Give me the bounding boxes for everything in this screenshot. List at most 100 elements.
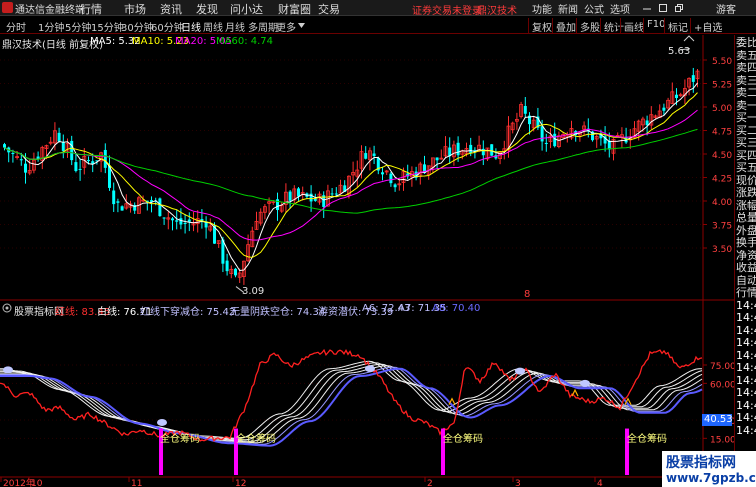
price-tick-label: 4.50 [712, 151, 732, 161]
candle-body [57, 132, 61, 142]
stock-name-notice: 鼎汉技术 [477, 6, 517, 17]
side-panel-item: 买一 [736, 112, 756, 123]
candle-body [116, 201, 120, 203]
menu-function[interactable]: 功能 [532, 1, 552, 16]
candle-body [456, 142, 460, 156]
menu-market[interactable]: 市场 [124, 1, 146, 17]
period-toolbar: 分时 1分钟 5分钟 15分钟 30分钟 60分钟 日线 周线 月线 多周期 更… [0, 17, 756, 34]
app-title: 通达信金融终端 [15, 5, 85, 16]
side-panel-item: 14:4 [736, 387, 756, 398]
date-tick-label: 3 [515, 479, 521, 487]
event-marker: 8 [524, 289, 531, 300]
candle-body [24, 163, 27, 173]
tab-period-1min[interactable]: 1分钟 [38, 19, 64, 34]
login-notice[interactable]: 证券交易未登录 [412, 2, 482, 17]
minimize-icon[interactable] [642, 3, 652, 13]
side-panel-item: 14:4 [736, 412, 756, 423]
menu-news[interactable]: 资讯 [160, 1, 182, 17]
date-tick-label: 4 [597, 479, 603, 487]
candle-body [523, 105, 527, 114]
side-panel-item: 买二 [736, 124, 756, 136]
menu-trade[interactable]: 交易 [318, 1, 340, 17]
watermark-logo: 股票指标网 www.7gpzb.com [662, 451, 756, 487]
tab-period-60min[interactable]: 60分钟 [151, 19, 184, 34]
candle-body [297, 188, 300, 197]
menu-discover[interactable]: 发现 [196, 1, 218, 17]
candle-body [225, 260, 229, 272]
high-price-label: 5.63 [668, 46, 691, 57]
candle-body [61, 142, 65, 151]
side-panel-item: 现价 [736, 174, 756, 186]
candle-body [313, 198, 317, 201]
candle-body [70, 140, 74, 161]
candle-body [3, 144, 6, 148]
chevron-down-icon[interactable] [298, 23, 305, 28]
candle-body [158, 198, 162, 217]
side-panel-item: 收益 [736, 262, 756, 273]
tab-period-multi[interactable]: 多周期 [248, 19, 278, 34]
side-panel-item: 14:4 [736, 374, 756, 386]
candle-body [234, 268, 237, 276]
chart-area: 5.50 5.25 5.00 4.75 4.50 4.25 4.00 3.75 3.50 75.… [0, 35, 734, 487]
candle-body [435, 157, 439, 161]
candle-body [381, 172, 384, 175]
date-tick-label: 2 [427, 479, 433, 487]
tab-period-monthly[interactable]: 月线 [225, 19, 245, 34]
side-panel-item: 14:4 [736, 424, 756, 436]
tab-period-intraday[interactable]: 分时 [6, 19, 26, 34]
side-panel-item: 卖三 [736, 74, 756, 86]
indicator-settings-icon[interactable] [2, 303, 12, 313]
candle-body [112, 190, 116, 205]
overlay-button[interactable]: 叠加 [552, 18, 579, 34]
price-tick-label: 5.50 [712, 57, 732, 67]
tab-period-weekly[interactable]: 周线 [203, 19, 223, 34]
candle-body [691, 75, 695, 82]
tab-period-5min[interactable]: 5分钟 [65, 19, 91, 34]
price-tick-label: 5.00 [712, 104, 732, 114]
watermark-url: www.7gpzb.com [666, 471, 756, 485]
signal-marker [571, 388, 579, 397]
candle-body [334, 193, 338, 195]
menu-formula[interactable]: 公式 [584, 1, 604, 16]
adjust-button[interactable]: 复权 [528, 18, 555, 34]
cross-down-label: 红线下穿减仓: 75.42 [140, 307, 236, 318]
candle-body [183, 222, 187, 224]
side-panel-item: 换手 [736, 237, 756, 248]
cloud-marker [365, 365, 375, 373]
side-panel-item: 行情 [736, 287, 756, 298]
menu-news-right[interactable]: 新闻 [558, 1, 578, 16]
menu-options[interactable]: 选项 [610, 1, 630, 16]
band-line [0, 367, 703, 447]
candle-body [389, 173, 393, 184]
candle-body [78, 168, 82, 170]
multi-stock-button[interactable]: 多股 [576, 18, 603, 34]
guest-label[interactable]: 游客 [716, 1, 736, 16]
add-watchlist-button[interactable]: +自选 [690, 18, 725, 34]
side-panel-item: 净资 [736, 249, 756, 261]
candle-body [393, 184, 397, 188]
arrow-up-icon[interactable] [682, 34, 696, 44]
indicator-tick-label: 60.00 [710, 380, 734, 390]
candle-body [200, 219, 204, 221]
date-tick-label: 12 [235, 479, 246, 487]
candle-body [675, 94, 678, 99]
restore-icon[interactable] [674, 3, 684, 13]
side-panel-item: 14:4 [736, 349, 756, 361]
tab-period-15min[interactable]: 15分钟 [91, 19, 124, 34]
low-price-label: 3.09 [242, 286, 265, 297]
menu-ask[interactable]: 问小达 [230, 1, 263, 17]
price-tick-label: 5.25 [712, 81, 732, 91]
candle-body [288, 191, 292, 201]
side-panel-item: 14:4 [736, 324, 756, 336]
tab-period-30min[interactable]: 30分钟 [121, 19, 154, 34]
menu-wealth[interactable]: 财富圈 [278, 1, 311, 17]
a8-label: A8: 70.40 [432, 303, 481, 314]
candle-body [469, 144, 473, 154]
menu-quotes[interactable]: 行情 [80, 1, 102, 17]
maximize-icon[interactable] [658, 3, 668, 13]
mark-button[interactable]: 标记 [664, 18, 691, 34]
side-panel-item: 买三 [736, 137, 756, 148]
tab-period-daily[interactable]: 日线 [181, 19, 201, 34]
tab-period-more[interactable]: 更多 [276, 19, 296, 34]
side-panel-item: 卖一 [736, 99, 756, 111]
